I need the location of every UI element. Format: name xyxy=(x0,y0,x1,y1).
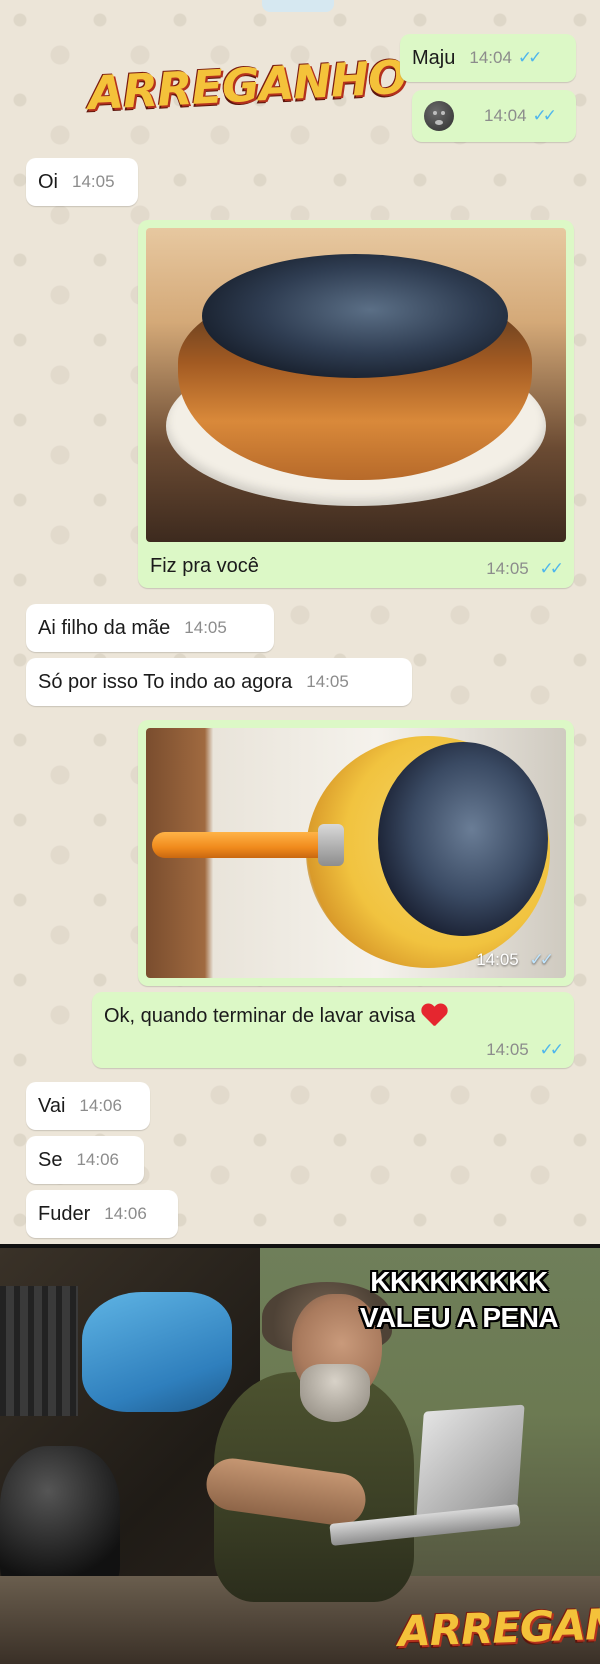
message-text-row: Ok, quando terminar de lavar avisa xyxy=(104,1004,447,1028)
meme-caption-line2: VALEU A PENA xyxy=(359,1302,559,1333)
read-ticks-icon: ✓✓ xyxy=(532,106,557,125)
read-ticks-icon: ✓✓ xyxy=(517,48,542,67)
trash-bag-shape xyxy=(0,1446,120,1596)
message-time: 14:06 xyxy=(76,1150,120,1169)
message-time: 14:05 xyxy=(306,672,349,691)
message-in-fuder[interactable]: Fuder 14:06 xyxy=(26,1190,178,1238)
message-out-emoji[interactable]: 14:04 ✓✓ xyxy=(412,90,576,142)
message-in-so-por-isso[interactable]: Só por isso To indo ao agora 14:05 xyxy=(26,658,412,706)
message-time: 14:05 xyxy=(486,1040,529,1059)
man-beard-shape xyxy=(300,1364,370,1422)
message-out-photo-pan[interactable]: 14:05 ✓✓ xyxy=(138,720,574,986)
date-pill xyxy=(262,0,334,12)
homeless-man-with-laptop-photo: KKKKKKKKK VALEU A PENA xyxy=(0,1246,600,1664)
message-time: 14:04 xyxy=(469,48,512,67)
message-in-oi[interactable]: Oi 14:05 xyxy=(26,158,138,206)
message-out-photo-cake[interactable]: Fiz pra você 14:05 ✓✓ xyxy=(138,220,574,588)
message-time: 14:05 xyxy=(72,172,115,191)
message-text: Vai xyxy=(38,1094,66,1117)
crate-shape xyxy=(0,1286,78,1416)
burnt-pan-photo[interactable]: 14:05 ✓✓ xyxy=(146,728,566,978)
burnt-spot-shape xyxy=(378,742,548,936)
message-text: Se xyxy=(38,1148,63,1171)
read-ticks-icon: ✓✓ xyxy=(539,1040,564,1059)
pan-handle-ring-shape xyxy=(318,824,344,866)
message-time: 14:05 xyxy=(184,618,227,637)
meme-divider xyxy=(0,1244,600,1248)
brand-watermark-bottom: ARREGANHO xyxy=(397,1596,600,1657)
photo-caption: Fiz pra você xyxy=(150,555,259,577)
message-text: Maju xyxy=(412,46,456,69)
chat-background: ARREGANHO Maju 14:04 ✓✓ 14:04 ✓✓ Oi 14:0… xyxy=(0,0,600,1246)
message-time-row: 14:05 ✓✓ xyxy=(486,559,564,579)
message-text: Ok, quando terminar de lavar avisa xyxy=(104,1004,416,1027)
message-text: Só por isso To indo ao agora xyxy=(38,670,293,693)
message-out-ok[interactable]: Ok, quando terminar de lavar avisa 14:05… xyxy=(92,992,574,1068)
read-ticks-icon: ✓✓ xyxy=(539,559,564,578)
message-time: 14:06 xyxy=(79,1096,122,1115)
pan-handle-shape xyxy=(152,832,342,858)
message-out-maju[interactable]: Maju 14:04 ✓✓ xyxy=(400,34,576,82)
message-time: 14:04 xyxy=(484,106,527,125)
photo-time-overlay: 14:05 ✓✓ xyxy=(476,950,554,970)
message-time: 14:05 xyxy=(486,559,529,578)
burnt-top-shape xyxy=(202,254,508,378)
message-time: 14:05 xyxy=(476,950,519,969)
neutral-face-emoji-icon xyxy=(424,101,454,131)
read-ticks-icon: ✓✓ xyxy=(529,950,554,969)
meme-caption-line1: KKKKKKKKK xyxy=(370,1266,548,1297)
message-time: 14:06 xyxy=(104,1204,147,1223)
blue-bag-shape xyxy=(82,1292,232,1412)
message-text: Oi xyxy=(38,170,58,193)
message-in-se[interactable]: Se 14:06 xyxy=(26,1136,144,1184)
burnt-pudding-photo[interactable] xyxy=(146,228,566,542)
message-time-row: 14:05 ✓✓ xyxy=(486,1040,564,1060)
message-in-ai[interactable]: Ai filho da mãe 14:05 xyxy=(26,604,274,652)
message-in-vai[interactable]: Vai 14:06 xyxy=(26,1082,150,1130)
brand-watermark-top: ARREGANHO xyxy=(86,49,408,121)
red-heart-icon xyxy=(421,1004,447,1028)
message-text: Ai filho da mãe xyxy=(38,616,171,639)
message-text: Fuder xyxy=(38,1202,91,1225)
